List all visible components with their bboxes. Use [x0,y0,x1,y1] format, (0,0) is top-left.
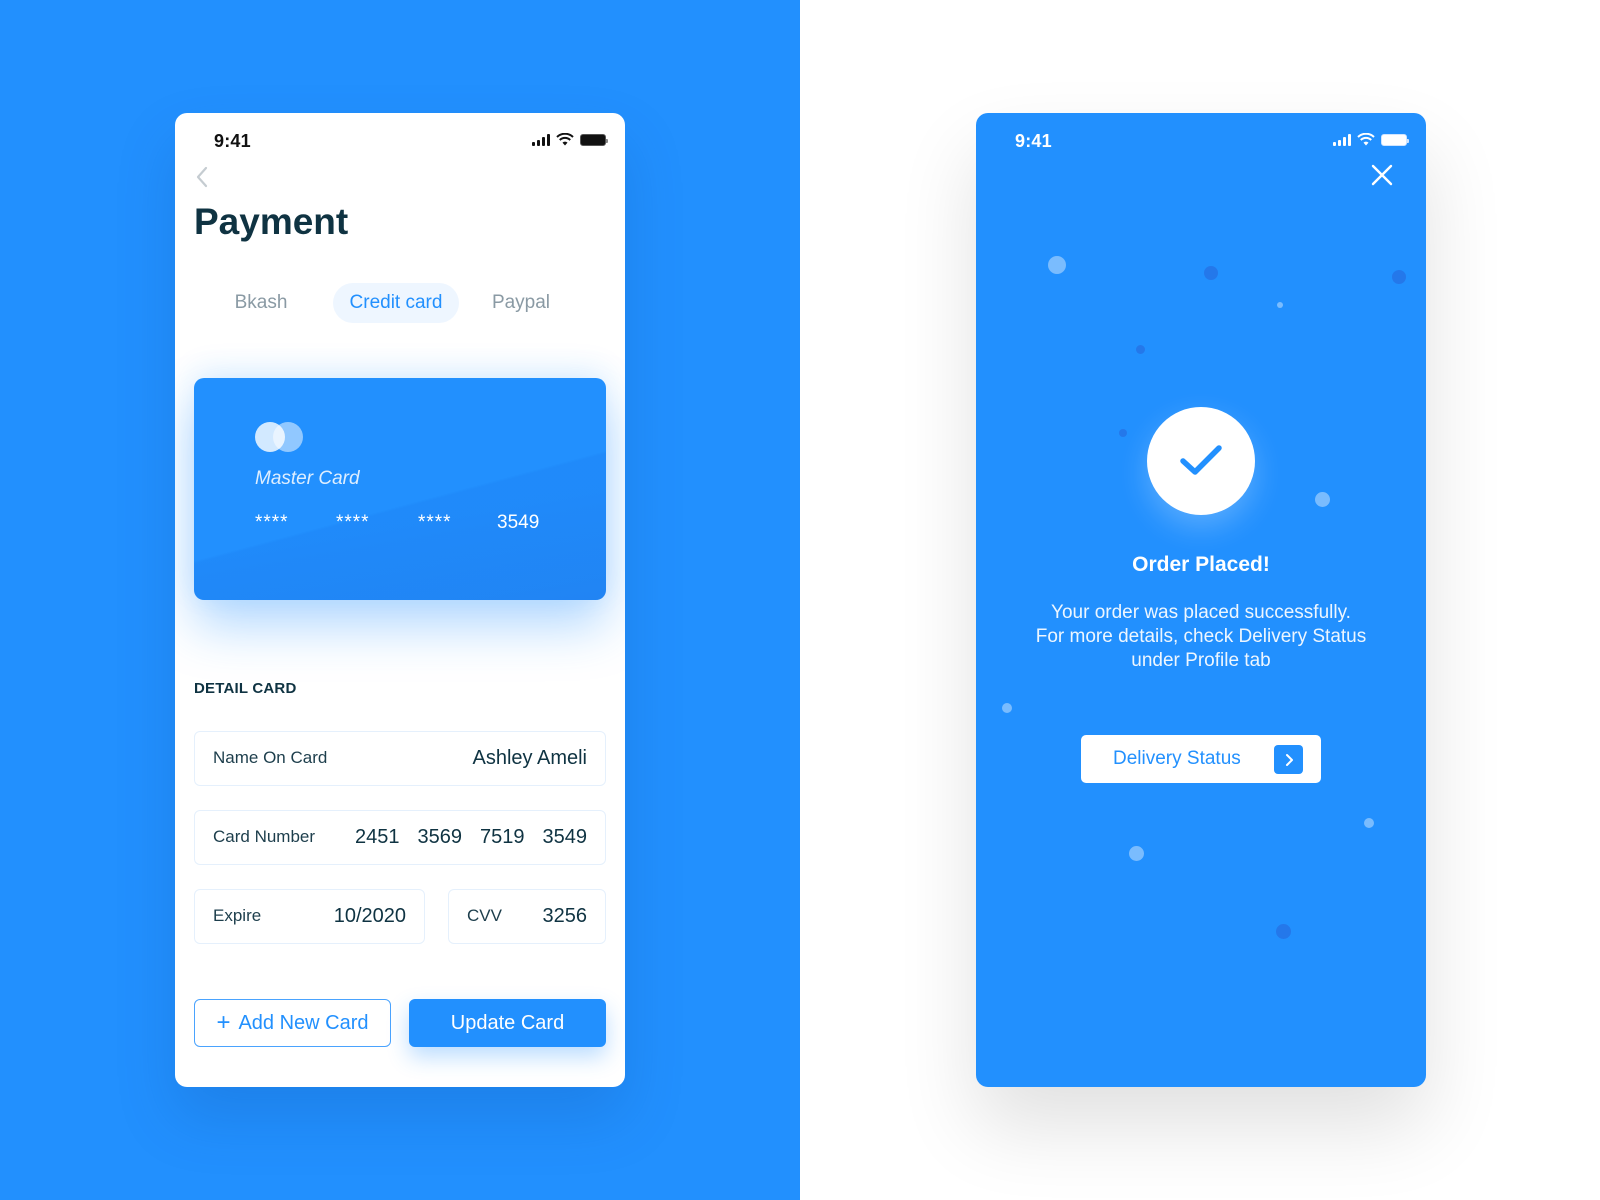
card-digits-group: 3549 [542,826,588,848]
decor-dot [1277,302,1283,308]
decor-dot [1129,846,1144,861]
button-label: Delivery Status [1113,748,1241,769]
decor-dot [1315,492,1330,507]
order-success-screen: 9:41 Order Placed! Your order was placed… [976,113,1426,1087]
card-number-group: **** [255,512,289,533]
card-digits-group: 7519 [480,826,525,848]
field-label: CVV [467,906,502,925]
message-line: For more details, check Delivery Status [1035,626,1367,647]
card-number-last4: 3549 [497,512,540,533]
button-label: Update Card [450,1011,565,1034]
mastercard-logo-icon [255,422,305,452]
section-heading: DETAIL CARD [194,680,297,697]
plus-icon: + [216,1009,231,1036]
name-on-card-field[interactable]: Name On Card Ashley Ameli [194,731,606,786]
back-chevron-icon[interactable] [193,165,213,189]
card-brand: Master Card [255,468,360,489]
decor-dot [1204,266,1218,280]
success-message: Your order was placed successfully. For … [996,601,1406,673]
card-digits-group: 3569 [417,826,463,848]
field-label: Expire [213,906,262,925]
field-label: Card Number [213,827,316,846]
tab-bkash[interactable]: Bkash [221,283,301,323]
card-number-group: **** [336,512,370,533]
card-digits-group: 2451 [355,826,400,848]
tab-credit-card[interactable]: Credit card [333,283,459,323]
expire-field[interactable]: Expire 10/2020 [194,889,425,944]
tab-paypal[interactable]: Paypal [481,283,561,323]
credit-card-preview[interactable]: Master Card **** **** **** 3549 [194,378,606,600]
cellular-signal-icon [532,133,550,146]
delivery-status-button[interactable]: Delivery Status [1081,735,1321,783]
payment-screen: 9:41 Payment Bkash Credit card Paypal Ma… [175,113,625,1087]
success-badge [1147,407,1255,515]
cellular-signal-icon [1333,133,1351,146]
field-value[interactable]: 10/2020 [334,890,406,942]
close-icon[interactable] [1370,163,1394,187]
decor-dot [1136,345,1145,354]
decor-dot [1119,429,1127,437]
status-time: 9:41 [1015,131,1052,151]
status-bar: 9:41 [976,129,1426,153]
field-value[interactable]: Ashley Ameli [473,732,588,784]
payment-method-tabs: Bkash Credit card Paypal [175,283,625,323]
battery-icon [580,133,608,146]
update-card-button[interactable]: Update Card [409,999,606,1047]
card-number-field[interactable]: Card Number 2451 3569 7519 3549 [194,810,606,865]
decor-dot [1276,924,1291,939]
cvv-field[interactable]: CVV 3256 [448,889,606,944]
field-label: Name On Card [213,748,328,767]
decor-dot [1002,703,1012,713]
success-title: Order Placed! [1132,553,1270,576]
message-line: Your order was placed successfully. [1051,602,1351,623]
battery-icon [1381,133,1409,146]
status-bar: 9:41 [175,129,625,153]
field-value[interactable]: 2451 3569 7519 3549 [355,811,587,863]
wifi-icon [1357,133,1375,146]
status-time: 9:41 [214,131,251,151]
message-line: under Profile tab [1131,650,1271,671]
decor-dot [1392,270,1406,284]
wifi-icon [556,133,574,146]
decor-dot [1364,818,1374,828]
chevron-right-icon [1274,745,1303,774]
checkmark-icon [1180,445,1222,475]
decor-dot [1048,256,1066,274]
add-new-card-button[interactable]: + Add New Card [194,999,391,1047]
card-number-group: **** [418,512,452,533]
page-title: Payment [194,201,349,242]
field-value[interactable]: 3256 [543,890,588,942]
button-label: Add New Card [238,1011,369,1034]
